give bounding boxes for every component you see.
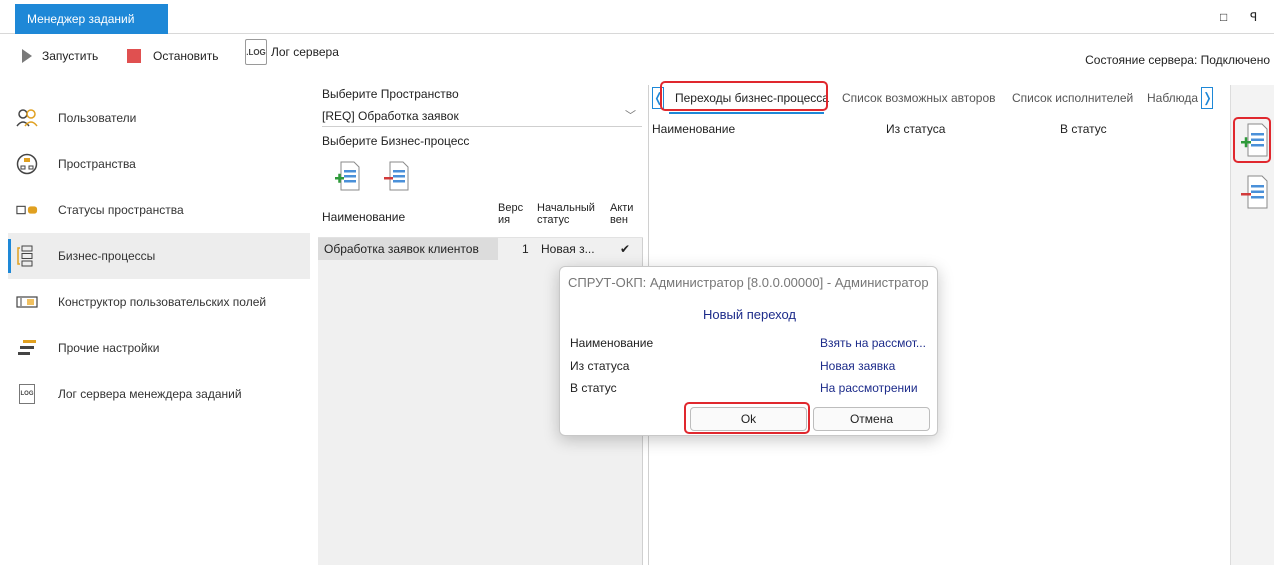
remove-document-icon: [1241, 175, 1268, 209]
transitions-grid-header: Наименование Из статуса В статус: [649, 115, 1231, 141]
space-select-value: [REQ] Обработка заявок: [322, 109, 459, 123]
play-icon: [22, 49, 32, 63]
spaces-icon: [16, 153, 38, 175]
log-icon: LOG: [16, 383, 38, 405]
sidebar-item-label: Пространства: [58, 157, 136, 171]
remove-process-button[interactable]: [383, 161, 409, 191]
stop-label: Остановить: [153, 49, 219, 63]
chevron-down-icon: ﹀: [625, 110, 636, 122]
dialog-heading: Новый переход: [702, 307, 797, 322]
start-button[interactable]: Запустить: [22, 49, 98, 63]
process-name-cell: Обработка заявок клиентов: [324, 242, 479, 256]
log-file-icon: .LOG: [245, 39, 267, 65]
column-header-name[interactable]: Наименование: [322, 210, 405, 224]
log-icon-text: LOG: [19, 384, 35, 404]
settings-icon: [16, 337, 38, 359]
sidebar-item-field-constructor[interactable]: Конструктор пользовательских полей: [8, 279, 310, 325]
sidebar-item-label: Бизнес-процессы: [58, 249, 156, 263]
highlight-add-transition-button: [1233, 117, 1271, 163]
process-version-cell: 1: [522, 242, 529, 256]
column-header-from-status[interactable]: Из статуса: [886, 122, 945, 136]
tab-observers[interactable]: Наблюда: [1147, 91, 1198, 105]
highlight-transitions-tab: [660, 81, 828, 111]
sidebar-item-users[interactable]: Пользователи: [8, 95, 310, 141]
remove-document-icon: [384, 161, 409, 191]
table-row[interactable]: Обработка заявок клиентов 1 Новая з... ✔: [318, 238, 643, 260]
from-status-value[interactable]: Новая заявка: [820, 359, 895, 373]
server-log-button[interactable]: .LOG Лог сервера: [245, 39, 339, 65]
sidebar-item-label: Пользователи: [58, 111, 137, 125]
sidebar-item-label: Статусы пространства: [58, 203, 184, 217]
sidebar-item-label: Конструктор пользовательских полей: [58, 295, 267, 309]
transition-name-value[interactable]: Взять на рассмот...: [820, 336, 926, 350]
title-bar: Менеджер заданий □ ꟼ: [0, 0, 1274, 34]
column-header-name[interactable]: Наименование: [652, 122, 735, 136]
tab-executors[interactable]: Список исполнителей: [1012, 91, 1133, 105]
statuses-icon: [16, 199, 38, 221]
sidebar-item-label: Прочие настройки: [58, 341, 160, 355]
window-tab-title[interactable]: Менеджер заданий: [15, 4, 168, 34]
sidebar-item-other-settings[interactable]: Прочие настройки: [8, 325, 310, 371]
to-status-value[interactable]: На рассмотрении: [820, 381, 918, 395]
add-process-button[interactable]: [334, 161, 360, 191]
start-label: Запустить: [42, 49, 99, 63]
field-label: В статус: [570, 381, 617, 395]
sidebar-item-spaces[interactable]: Пространства: [8, 141, 310, 187]
task-manager-window: Менеджер заданий □ ꟼ Запустить Остановит…: [0, 0, 1274, 565]
stop-icon: [127, 49, 141, 63]
sidebar-item-business-processes[interactable]: Бизнес-процессы: [8, 233, 310, 279]
column-header-version[interactable]: Верс ия: [498, 202, 526, 226]
column-header-active[interactable]: Акти вен: [610, 202, 638, 226]
pin-icon[interactable]: ꟼ: [1250, 10, 1257, 24]
column-header-to-status[interactable]: В статус: [1060, 122, 1107, 136]
field-label: Из статуса: [570, 359, 630, 373]
server-log-label: Лог сервера: [271, 45, 339, 59]
dialog-field-to-status: В статус На рассмотрении: [570, 381, 930, 401]
space-select[interactable]: [REQ] Обработка заявок ﹀: [322, 107, 642, 127]
remove-transition-button[interactable]: [1240, 175, 1268, 209]
space-label: Выберите Пространство: [322, 87, 459, 101]
add-document-icon: [335, 161, 360, 191]
sidebar-item-task-manager-log[interactable]: LOG Лог сервера менеждера заданий: [8, 371, 310, 417]
cancel-button[interactable]: Отмена: [813, 407, 930, 431]
field-constructor-icon: [16, 291, 38, 313]
dialog-field-name: Наименование Взять на рассмот...: [570, 336, 930, 356]
process-grid-header: Наименование Верс ия Начальный статус Ак…: [318, 193, 643, 238]
highlight-ok-button: [684, 402, 810, 434]
process-active-check-icon: ✔: [620, 242, 631, 256]
business-process-icon: [16, 245, 38, 267]
server-status-text: Состояние сервера: Подключено: [1085, 53, 1270, 67]
active-tab-indicator: [669, 112, 824, 114]
sidebar-item-space-statuses[interactable]: Статусы пространства: [8, 187, 310, 233]
maximize-icon[interactable]: □: [1220, 10, 1227, 24]
tab-authors[interactable]: Список возможных авторов: [842, 91, 996, 105]
users-icon: [16, 107, 38, 129]
tabs-scroll-right-icon[interactable]: ❭: [1201, 87, 1213, 109]
stop-button[interactable]: Остановить: [127, 49, 219, 63]
toolbar: Запустить Остановить .LOG Лог сервера Со…: [0, 35, 1274, 81]
sidebar-item-label: Лог сервера менеждера заданий: [58, 387, 242, 401]
process-start-status-cell: Новая з...: [541, 242, 595, 256]
field-label: Наименование: [570, 336, 654, 350]
dialog-field-from-status: Из статуса Новая заявка: [570, 359, 930, 379]
process-label: Выберите Бизнес-процесс: [322, 134, 470, 148]
sidebar: Пользователи Пространства Статусы простр…: [8, 95, 310, 417]
dialog-title: СПРУТ-ОКП: Администратор [8.0.0.00000] -…: [568, 275, 929, 290]
column-header-start-status[interactable]: Начальный статус: [537, 202, 601, 226]
